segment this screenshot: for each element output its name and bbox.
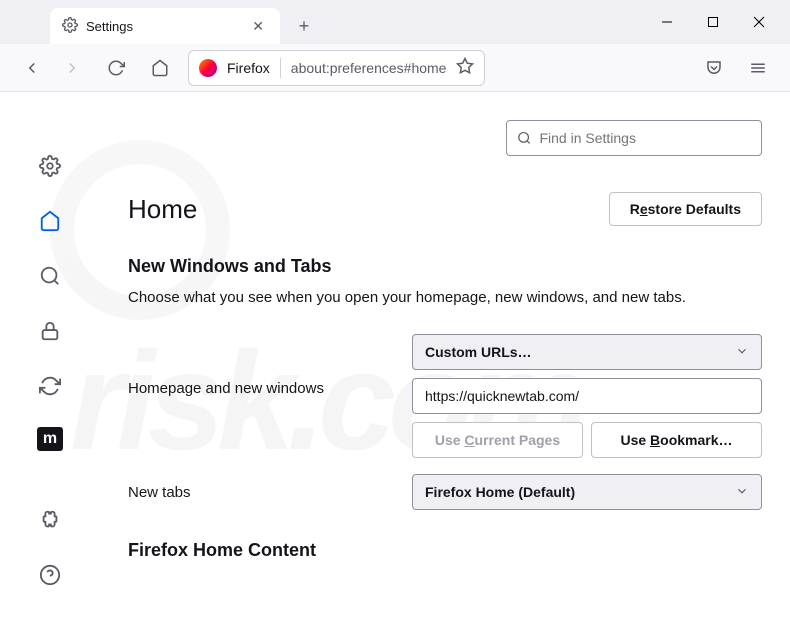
sidebar-item-search[interactable] [35, 262, 65, 289]
section-heading-firefox-home-content: Firefox Home Content [128, 540, 762, 561]
homepage-mode-select[interactable]: Custom URLs… [412, 334, 762, 370]
back-button[interactable] [16, 52, 48, 84]
tab-title: Settings [86, 19, 133, 34]
urlbar-scheme-label: Firefox [227, 60, 270, 76]
maximize-button[interactable] [690, 0, 736, 44]
section-description: Choose what you see when you open your h… [128, 289, 762, 306]
sidebar-item-general[interactable] [35, 152, 65, 179]
sidebar-item-more-mozilla[interactable]: m [37, 427, 63, 450]
home-button[interactable] [144, 52, 176, 84]
new-tab-button[interactable]: + [288, 10, 320, 42]
newtabs-label: New tabs [128, 484, 388, 501]
search-icon [517, 130, 531, 146]
homepage-mode-value: Custom URLs… [425, 344, 532, 360]
settings-sidebar: m [0, 92, 100, 635]
browser-tab-settings[interactable]: Settings ✕ [50, 8, 280, 44]
sidebar-item-extensions[interactable] [35, 507, 65, 534]
close-window-button[interactable] [736, 0, 782, 44]
minimize-button[interactable] [644, 0, 690, 44]
reload-button[interactable] [100, 52, 132, 84]
settings-search-input[interactable] [506, 120, 762, 156]
homepage-label: Homepage and new windows [128, 334, 388, 397]
restore-defaults-button[interactable]: Restore Defaults [609, 192, 762, 226]
address-bar[interactable]: Firefox about:preferences#home [188, 50, 485, 86]
section-heading-new-windows-tabs: New Windows and Tabs [128, 256, 762, 277]
close-tab-button[interactable]: ✕ [248, 18, 268, 35]
urlbar-divider [280, 58, 281, 78]
bookmark-star-icon[interactable] [456, 57, 474, 78]
sidebar-item-sync[interactable] [35, 372, 65, 399]
sidebar-item-privacy[interactable] [35, 317, 65, 344]
menu-button[interactable] [742, 52, 774, 84]
newtabs-mode-value: Firefox Home (Default) [425, 484, 575, 500]
tab-bar: Settings ✕ + [0, 0, 790, 44]
settings-content: Home Restore Defaults New Windows and Ta… [100, 92, 790, 635]
use-bookmark-button[interactable]: Use Bookmark… [591, 422, 762, 458]
homepage-url-input[interactable] [412, 378, 762, 414]
forward-button[interactable] [56, 52, 88, 84]
newtabs-mode-select[interactable]: Firefox Home (Default) [412, 474, 762, 510]
window-controls [644, 0, 790, 44]
pocket-icon[interactable] [698, 52, 730, 84]
browser-toolbar: Firefox about:preferences#home [0, 44, 790, 92]
chevron-down-icon [735, 344, 749, 361]
use-current-pages-button[interactable]: Use Current Pages [412, 422, 583, 458]
urlbar-text: about:preferences#home [291, 60, 447, 76]
gear-icon [62, 17, 78, 36]
sidebar-item-help[interactable] [35, 562, 65, 589]
page-title: Home [128, 194, 197, 225]
sidebar-item-home[interactable] [35, 207, 65, 234]
firefox-logo-icon [199, 59, 217, 77]
chevron-down-icon [735, 484, 749, 501]
